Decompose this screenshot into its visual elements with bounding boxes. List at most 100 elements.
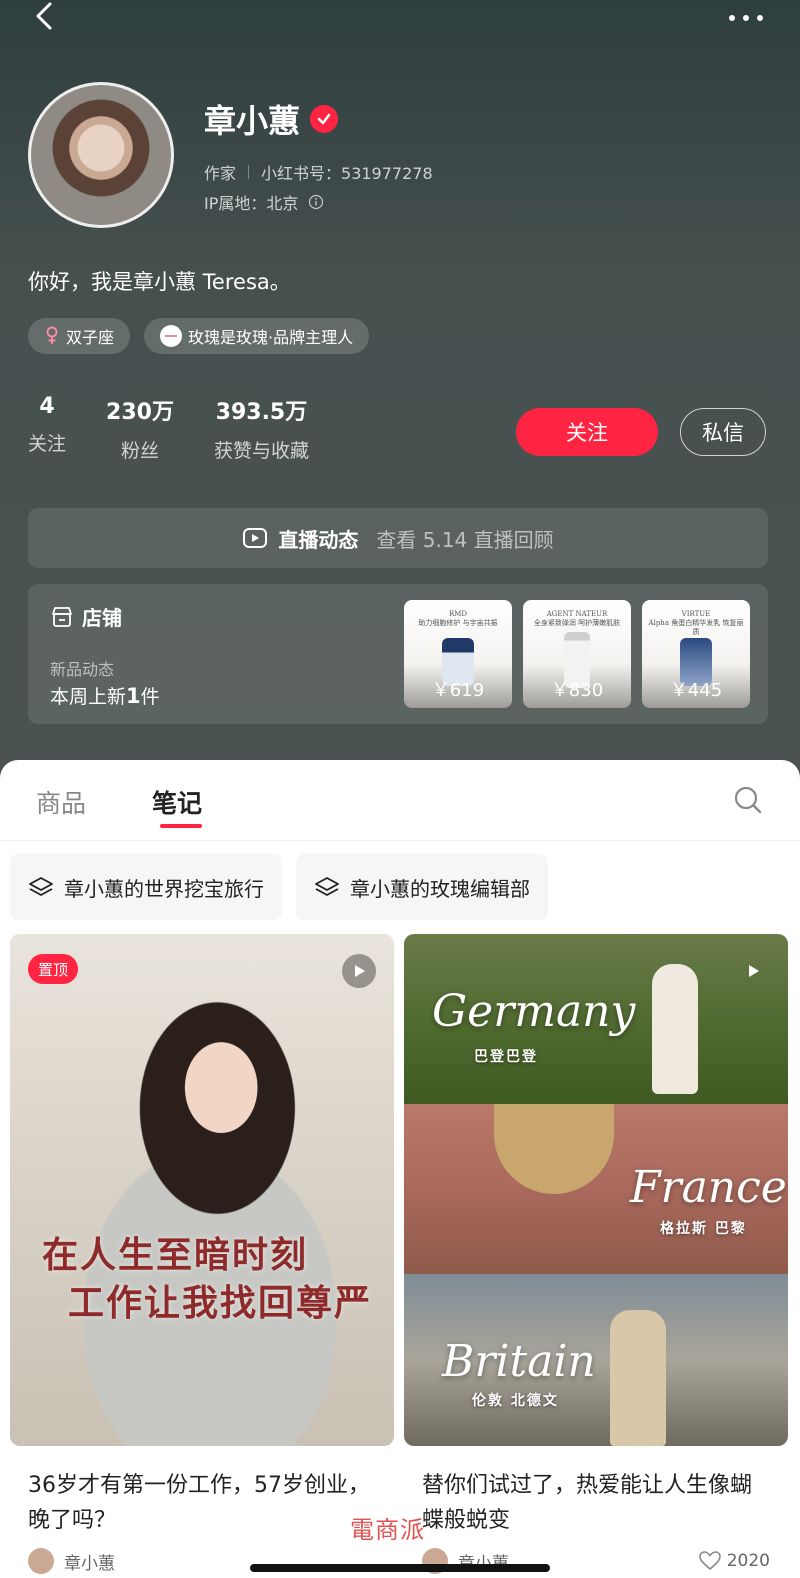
active-tab-indicator [160, 824, 202, 828]
live-title: 直播动态 [278, 527, 359, 552]
product-label: RMD 助力细胞修护 与宇宙共振 [418, 610, 498, 628]
album-list: 章小蕙的世界挖宝旅行 章小蕙的玫瑰编辑部 [10, 854, 548, 920]
note-author[interactable]: 章小蕙 [64, 1549, 115, 1574]
live-replay-card[interactable]: 直播动态 查看 5.14 直播回顾 [28, 508, 768, 568]
chevron-left-icon [36, 2, 52, 30]
layers-icon [29, 877, 53, 896]
stat-likes[interactable]: 393.5万 获赞与收藏 [214, 394, 309, 463]
ip-location: IP属地：北京 [204, 194, 299, 213]
tag-label: 双子座 [66, 328, 115, 347]
profile-name: 章小蕙 [204, 102, 301, 140]
profile-stats: 4 关注 230万 粉丝 393.5万 获赞与收藏 [28, 394, 309, 463]
stat-followers[interactable]: 230万 粉丝 [106, 394, 174, 463]
back-button[interactable] [28, 0, 64, 40]
watermark-logo: 電商派 [350, 1516, 425, 1544]
live-subtitle: 查看 5.14 直播回顾 [376, 527, 554, 552]
top-bar [0, 0, 800, 60]
divider [248, 165, 250, 179]
layers-icon [315, 877, 339, 896]
panel-title: Germany [432, 986, 636, 1037]
profile-meta-row: 作家 小红书号：531977278 [204, 160, 433, 184]
ip-location-row: IP属地：北京 [204, 190, 324, 214]
tag-brand[interactable]: 玫瑰是玫瑰·品牌主理人 [144, 318, 370, 354]
figure-silhouette [652, 964, 698, 1094]
search-icon [734, 786, 762, 814]
sun-hat-shape [494, 1104, 614, 1194]
stat-following[interactable]: 4 关注 [28, 394, 66, 463]
video-play-icon [736, 954, 770, 988]
figure-silhouette [610, 1310, 666, 1446]
shop-new-count: 本周上新1件 [50, 682, 160, 709]
tab-bar: 商品 笔记 [0, 760, 800, 840]
follow-button[interactable]: 关注 [516, 408, 658, 456]
heart-icon [698, 1551, 721, 1571]
stat-number: 393.5万 [215, 400, 308, 425]
shop-title-row: 店铺 [50, 602, 122, 631]
content-panel: 商品 笔记 章小蕙的世界挖宝旅行 章小蕙的玫瑰编辑部 置顶 在人生至暗时刻 工作… [0, 760, 800, 1578]
shop-card[interactable]: 店铺 新品动态 本周上新1件 RMD 助力细胞修护 与宇宙共振 ￥619 AGEN… [28, 584, 768, 724]
profile-bio: 你好，我是章小蕙 Teresa。 [28, 270, 291, 294]
shop-new-number: 1 [126, 684, 141, 708]
occupation: 作家 [204, 164, 237, 183]
shop-title: 店铺 [82, 606, 122, 630]
note-card[interactable]: 置顶 在人生至暗时刻 工作让我找回尊严 36岁才有第一份工作，57岁创业，晚了吗… [10, 934, 394, 1575]
tag-label: 玫瑰是玫瑰·品牌主理人 [188, 328, 354, 347]
cover-panel-germany: Germany 巴登巴登 [404, 934, 788, 1104]
album-item[interactable]: 章小蕙的世界挖宝旅行 [10, 854, 282, 920]
shop-product[interactable]: RMD 助力细胞修护 与宇宙共振 ￥619 [404, 600, 512, 708]
product-label: VIRTUE Alpha 角蛋白精华发乳 恢复丽质 [648, 610, 744, 637]
cover-panel-france: France 格拉斯 巴黎 [404, 1104, 788, 1274]
shop-product[interactable]: VIRTUE Alpha 角蛋白精华发乳 恢复丽质 ￥445 [642, 600, 750, 708]
note-card[interactable]: Germany 巴登巴登 France 格拉斯 巴黎 Britain 伦敦 北德… [404, 934, 788, 1575]
profile-avatar[interactable] [28, 82, 174, 228]
pinned-badge: 置顶 [28, 954, 79, 984]
panel-subtitle: 格拉斯 巴黎 [660, 1221, 747, 1237]
product-label: AGENT NATEUR 全身紧致弹润 呵护薄嫩肌肤 [533, 610, 621, 628]
note-cover-image: 置顶 在人生至暗时刻 工作让我找回尊严 [10, 934, 394, 1446]
like-number: 2020 [726, 1551, 770, 1572]
message-button[interactable]: 私信 [680, 408, 766, 456]
video-play-icon [342, 954, 376, 988]
product-price: ￥619 [431, 680, 485, 701]
panel-subtitle: 伦敦 北德文 [472, 1393, 559, 1409]
stat-label: 粉丝 [120, 440, 159, 462]
live-video-icon [243, 528, 268, 548]
female-icon [46, 326, 58, 344]
tab-notes[interactable]: 笔记 [152, 784, 202, 820]
shop-product[interactable]: AGENT NATEUR 全身紧致弹润 呵护薄嫩肌肤 ￥830 [523, 600, 631, 708]
tab-products[interactable]: 商品 [36, 784, 86, 820]
note-cover-image: Germany 巴登巴登 France 格拉斯 巴黎 Britain 伦敦 北德… [404, 934, 788, 1446]
shop-subtitle: 新品动态 [50, 660, 115, 679]
album-label: 章小蕙的玫瑰编辑部 [350, 876, 530, 901]
product-price: ￥445 [669, 680, 723, 701]
author-avatar[interactable] [28, 1548, 54, 1575]
shop-new-prefix: 本周上新 [50, 686, 127, 708]
note-title: 替你们试过了，热爱能让人生像蝴蝶般蜕变 [422, 1473, 753, 1534]
tag-zodiac[interactable]: 双子座 [28, 318, 131, 354]
cover-panel-britain: Britain 伦敦 北德文 [404, 1274, 788, 1446]
more-button[interactable] [724, 8, 772, 28]
verified-badge-icon [310, 105, 339, 133]
like-count[interactable]: 2020 [698, 1551, 770, 1572]
more-dots-icon [729, 15, 763, 21]
name-row: 章小蕙 [204, 96, 339, 142]
search-button[interactable] [732, 784, 764, 816]
cover-overlay-text: 在人生至暗时刻 [42, 1234, 309, 1276]
album-item[interactable]: 章小蕙的玫瑰编辑部 [296, 854, 548, 920]
home-indicator [250, 1564, 550, 1572]
store-icon [52, 606, 72, 627]
panel-subtitle: 巴登巴登 [474, 1049, 538, 1065]
stat-number: 230万 [106, 400, 174, 425]
product-price: ￥830 [550, 680, 604, 701]
tab-divider [0, 840, 800, 841]
shop-new-suffix: 件 [140, 686, 160, 708]
cover-overlay-text: 工作让我找回尊严 [68, 1282, 373, 1324]
panel-title: France [630, 1162, 787, 1213]
stat-number: 4 [39, 394, 55, 419]
profile-tags: 双子座 玫瑰是玫瑰·品牌主理人 [28, 318, 370, 354]
stat-label: 获赞与收藏 [213, 440, 309, 462]
info-icon[interactable] [308, 194, 324, 210]
redbook-id: 小红书号：531977278 [261, 164, 433, 183]
panel-title: Britain [442, 1336, 596, 1387]
stat-label: 关注 [28, 433, 67, 455]
